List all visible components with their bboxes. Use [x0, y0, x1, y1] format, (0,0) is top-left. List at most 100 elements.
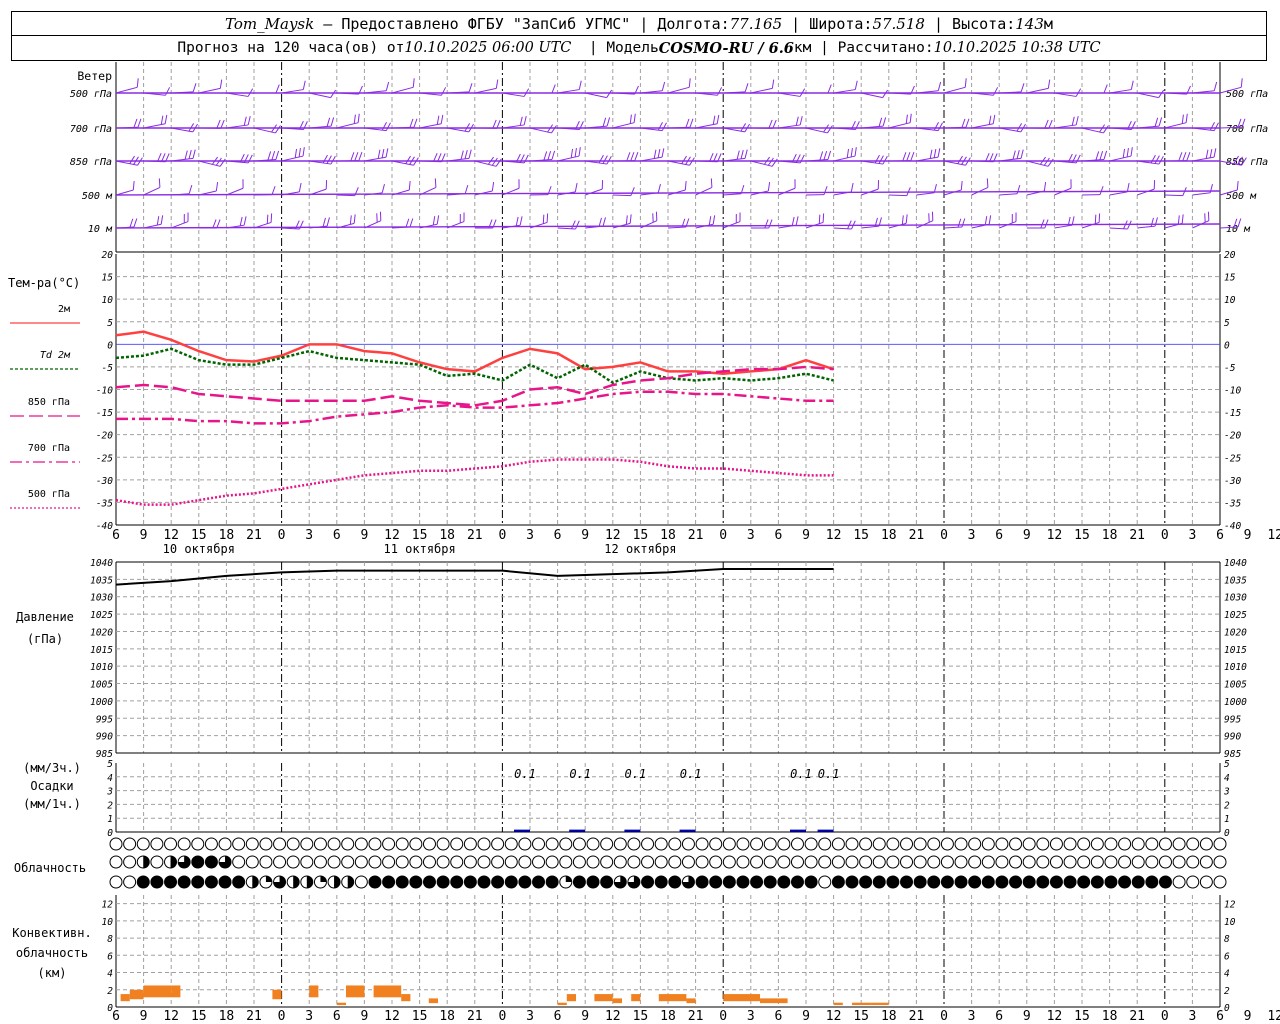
x-tick-label: 0 — [940, 528, 948, 543]
cloud-circle — [886, 855, 900, 869]
cloud-circle — [1104, 837, 1118, 851]
cloud-circle — [695, 837, 709, 851]
wind-barb-feather — [708, 216, 712, 226]
cloud-circle — [1090, 837, 1104, 851]
temp-tick-left: 15 — [102, 273, 114, 284]
wind-barb-feather — [827, 84, 832, 94]
wind-barb-feather — [909, 113, 912, 123]
cloud-circle — [1118, 855, 1132, 869]
wind-barb-feather — [771, 158, 778, 167]
wind-barb-feather — [184, 150, 188, 160]
x-tick-label: 3 — [305, 528, 313, 543]
wind-barb-feather — [137, 118, 142, 128]
precip-bar — [514, 829, 530, 832]
cloud-circle — [722, 837, 736, 851]
conv-tick-right: 2 — [1224, 986, 1230, 997]
cloud-fill — [565, 876, 572, 882]
conv-tick-left: 4 — [107, 969, 113, 980]
cloud-circle — [845, 837, 859, 851]
wind-barb-feather — [1177, 215, 1180, 225]
wind-barb — [667, 86, 690, 94]
cloud-circle — [804, 855, 818, 869]
wind-barb-feather — [988, 215, 992, 225]
wind-barb-feather — [661, 148, 665, 158]
cloud-circle — [1199, 855, 1213, 869]
x-tick-label: 9 — [581, 528, 589, 543]
cloud-circle — [300, 837, 314, 851]
conv-bar — [346, 985, 365, 998]
cloud-fill — [573, 876, 586, 888]
cloud-circle — [395, 837, 409, 851]
x-tick-label-bottom: 12 — [1267, 1009, 1280, 1024]
wind-barb-feather — [1185, 113, 1188, 123]
wind-barb-feather — [1213, 148, 1217, 158]
x-tick-label: 0 — [1161, 528, 1169, 543]
conv-tick-right: 8 — [1224, 934, 1230, 945]
cloud-circle — [273, 837, 287, 851]
wind-barb-feather — [1178, 152, 1183, 161]
conv-bar — [686, 998, 696, 1004]
x-tick-label: 15 — [191, 528, 207, 543]
temp-title: Тем-ра(°С) — [8, 276, 80, 290]
wind-barb-feather — [158, 178, 161, 188]
pressure-tick-right: 1010 — [1224, 662, 1247, 673]
cloud-circle — [545, 855, 559, 869]
wind-barb-feather — [270, 213, 273, 223]
wind-barb-feather — [574, 182, 578, 192]
wind-barb-feather — [799, 116, 803, 126]
cloud-fill — [1009, 876, 1022, 888]
wind-barb-feather — [353, 214, 356, 224]
cloud-circle — [491, 837, 505, 851]
cloud-fill — [219, 876, 232, 888]
x-tick-label-bottom: 3 — [526, 1009, 534, 1024]
pressure-tick-right: 1000 — [1224, 697, 1247, 708]
cloud-circle — [1022, 855, 1036, 869]
conv-tick-right: 4 — [1224, 969, 1230, 980]
cloud-circle — [777, 855, 791, 869]
cloud-fill — [191, 856, 204, 868]
wind-barb-feather — [985, 153, 990, 162]
precip-data-label: 0.1 — [680, 767, 702, 781]
temp-tick-right: -35 — [1224, 498, 1241, 509]
pressure-tick-left: 1005 — [90, 680, 113, 691]
x-tick-label-bottom: 0 — [940, 1009, 948, 1024]
wind-barb-feather — [216, 219, 221, 229]
x-tick-label: 9 — [360, 528, 368, 543]
wind-barb — [1137, 188, 1155, 196]
cloud-fill — [368, 876, 381, 888]
cloud-fill — [655, 876, 668, 888]
cloud-circle — [900, 855, 914, 869]
cloud-fill — [1064, 876, 1077, 888]
cloud-fill — [478, 876, 490, 888]
precip-bar — [790, 829, 806, 832]
x-tick-label-bottom: 9 — [802, 1009, 810, 1024]
cloud-circle — [300, 855, 314, 869]
conv-bar — [631, 994, 641, 1002]
cloud-fill — [1118, 876, 1131, 888]
cloud-circle — [368, 837, 382, 851]
wind-barb-feather — [547, 151, 552, 160]
x-tick-label-bottom: 18 — [219, 1009, 235, 1024]
wind-barb-feather — [1016, 149, 1020, 159]
wind-barb-feather — [434, 178, 437, 188]
conv-bar — [723, 994, 760, 1002]
cloud-circle — [368, 855, 382, 869]
temp-tick-left: 5 — [107, 318, 113, 329]
cloud-circle — [109, 875, 123, 889]
wind-barb-feather — [1044, 219, 1049, 229]
cloud-circle — [613, 837, 627, 851]
wind-barb — [723, 193, 742, 196]
cloud-fill — [178, 876, 191, 888]
day-label: 11 октября — [383, 542, 455, 556]
wind-title: Ветер — [77, 69, 112, 83]
cloud-circle — [695, 855, 709, 869]
wind-barb-feather — [1209, 148, 1213, 158]
cloud-circle — [232, 837, 246, 851]
wind-barb-feather — [598, 154, 604, 164]
wind-barb-feather — [1099, 151, 1104, 160]
conv-unit: (км) — [38, 966, 67, 980]
conv-tick-left: 6 — [107, 951, 113, 962]
wind-barb-feather — [495, 158, 502, 167]
cloud-fill — [232, 876, 245, 888]
wind-barb-feather — [188, 149, 192, 159]
